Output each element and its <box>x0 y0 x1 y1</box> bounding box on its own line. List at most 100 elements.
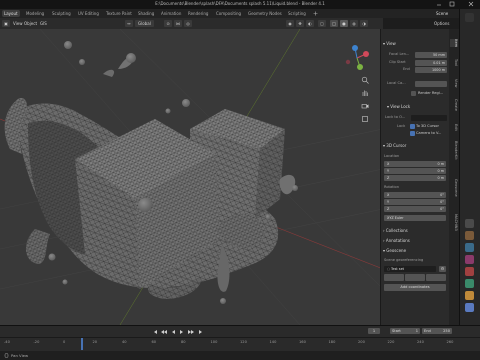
transform-orientation-icon[interactable]: ↔ <box>125 20 133 27</box>
wireframe-shading-icon[interactable]: ◯ <box>330 20 338 27</box>
tab-compositing[interactable]: Compositing <box>214 10 243 17</box>
tab-geometry-nodes[interactable]: Geometry Nodes <box>246 10 284 17</box>
clip-end-field[interactable]: 1000 m <box>415 67 447 73</box>
tab-layout[interactable]: Layout <box>2 10 20 17</box>
tab-uv-editing[interactable]: UV Editing <box>76 10 101 17</box>
tab-edit[interactable]: Edit <box>450 124 458 131</box>
clip-start-label: Clip Start <box>389 60 406 64</box>
scene-selector[interactable]: Scene <box>436 10 448 17</box>
material-shading-icon[interactable]: ◍ <box>350 20 358 27</box>
collection-properties-icon[interactable] <box>465 279 474 288</box>
camera-view-icon[interactable] <box>361 102 369 110</box>
close-icon[interactable] <box>468 1 474 7</box>
view-lock-section-header[interactable]: ▾ View Lock <box>387 103 410 111</box>
playhead[interactable] <box>81 338 83 350</box>
frame-label: 180 <box>328 340 336 344</box>
tab-view[interactable]: View <box>450 79 458 88</box>
cursor-location-x[interactable]: X0 m <box>384 161 446 167</box>
pivot-icon[interactable]: ⊙ <box>164 20 172 27</box>
add-coordinates-button[interactable]: Add coordinates <box>384 284 446 291</box>
snap-icon[interactable]: ⋈ <box>174 20 182 27</box>
options-menu[interactable]: Options <box>434 20 449 27</box>
add-workspace-icon[interactable] <box>313 11 318 16</box>
viewport-header: ▣ View Object GIS ↔ Global ⊙ ⋈ ◎ ◉ ✥ ◐ ▢… <box>0 18 449 29</box>
playback-controls[interactable] <box>150 328 220 336</box>
tab-texture-paint[interactable]: Texture Paint <box>104 10 134 17</box>
tab-create[interactable]: Create <box>450 99 458 111</box>
focal-length-field[interactable]: 50 mm <box>415 52 447 58</box>
tab-rendering[interactable]: Rendering <box>186 10 210 17</box>
local-camera-field[interactable] <box>415 81 447 87</box>
collections-section-header[interactable]: › Collections <box>383 227 408 235</box>
georef-button-1[interactable] <box>384 274 404 281</box>
perspective-toggle-icon[interactable] <box>361 115 369 123</box>
render-region-checkbox[interactable] <box>411 91 416 96</box>
tab-shading[interactable]: Shading <box>136 10 156 17</box>
overlays-icon[interactable]: ◐ <box>306 20 314 27</box>
3d-viewport[interactable] <box>0 29 383 325</box>
georef-set-dropdown[interactable]: ◌ Test set <box>384 266 436 272</box>
minimize-icon[interactable] <box>436 1 442 7</box>
navigation-gizmo[interactable] <box>342 43 372 73</box>
cursor-location-z[interactable]: Z0 m <box>384 175 446 181</box>
render-properties-icon[interactable] <box>465 231 474 240</box>
object-menu[interactable]: Object <box>24 20 37 27</box>
outliner-icon[interactable] <box>465 13 474 22</box>
cursor-rotation-z[interactable]: Z 0° <box>384 206 446 212</box>
tab-blenderkit[interactable]: BlenderKit <box>450 141 458 160</box>
gis-menu[interactable]: GIS <box>40 20 47 27</box>
zoom-icon[interactable] <box>361 76 369 84</box>
solid-shading-icon[interactable]: ● <box>340 20 348 27</box>
georef-button-2[interactable] <box>405 274 425 281</box>
georef-settings-gear-icon[interactable]: ⚙ <box>439 266 446 272</box>
tab-tool[interactable]: Tool <box>450 59 458 66</box>
clip-start-field[interactable]: 0.01 m <box>415 60 447 66</box>
tab-sculpting[interactable]: Sculpting <box>50 10 73 17</box>
object-properties-icon[interactable] <box>465 291 474 300</box>
gizmo-icon[interactable]: ✥ <box>296 20 304 27</box>
output-properties-icon[interactable] <box>465 243 474 252</box>
tab-modeling[interactable]: Modeling <box>24 10 46 17</box>
current-frame-field[interactable]: 1 <box>368 328 380 334</box>
render-region-label: Render Regi... <box>418 91 444 95</box>
view-menu[interactable]: View <box>13 20 23 27</box>
cursor-rotation-x[interactable]: X 0° <box>384 192 446 198</box>
view-section-header[interactable]: ▾ View <box>383 40 396 48</box>
end-frame-field[interactable]: End 250 <box>422 328 452 334</box>
pan-view-hint: Pan View <box>11 353 29 358</box>
cursor-rotation-y[interactable]: Y 0° <box>384 199 446 205</box>
xray-icon[interactable]: ▢ <box>318 20 326 27</box>
frame-label: 0 <box>63 340 66 344</box>
frame-label: 160 <box>299 340 306 344</box>
rendered-shading-icon[interactable]: ◑ <box>360 20 368 27</box>
scene-properties-icon[interactable] <box>465 255 474 264</box>
lock-to-object-field[interactable] <box>411 115 447 121</box>
tab-machin3[interactable]: MACHIN3 <box>450 214 458 231</box>
tab-item[interactable]: Item <box>450 39 458 48</box>
annotations-section-header[interactable]: › Annotations <box>383 237 410 245</box>
visibility-icon[interactable]: ◉ <box>286 20 294 27</box>
frame-label: -40 <box>4 340 10 344</box>
start-frame-field[interactable]: Start 1 <box>390 328 420 334</box>
proportional-edit-icon[interactable]: ◎ <box>184 20 192 27</box>
tool-properties-icon[interactable] <box>465 219 474 228</box>
geoscene-section-header[interactable]: ▾ Geoscene <box>383 247 406 255</box>
orientation-dropdown[interactable]: Global <box>135 20 154 27</box>
editor-type-icon[interactable]: ▣ <box>2 20 10 27</box>
to-3d-cursor-checkbox[interactable] <box>410 124 415 129</box>
timeline[interactable]: 1 Start 1 End 250 -40 -20 0 20 40 60 80 100 120 140… <box>0 325 480 351</box>
tab-animation[interactable]: Animation <box>159 10 183 17</box>
tab-geoscene[interactable]: Geoscene <box>450 179 458 197</box>
world-properties-icon[interactable] <box>465 267 474 276</box>
tab-scripting[interactable]: Scripting <box>286 10 308 17</box>
location-label: Location <box>384 154 400 158</box>
modifier-properties-icon[interactable] <box>465 303 474 312</box>
pan-hand-icon[interactable] <box>361 89 369 97</box>
cursor-location-y[interactable]: Y0 m <box>384 168 446 174</box>
georef-button-3[interactable] <box>426 274 446 281</box>
3d-cursor-section-header[interactable]: ▾ 3D Cursor <box>383 142 406 150</box>
maximize-icon[interactable] <box>449 1 455 7</box>
frame-label: 120 <box>240 340 247 344</box>
rotation-mode-dropdown[interactable]: XYZ Euler <box>384 215 446 221</box>
camera-to-view-checkbox[interactable] <box>410 131 415 136</box>
